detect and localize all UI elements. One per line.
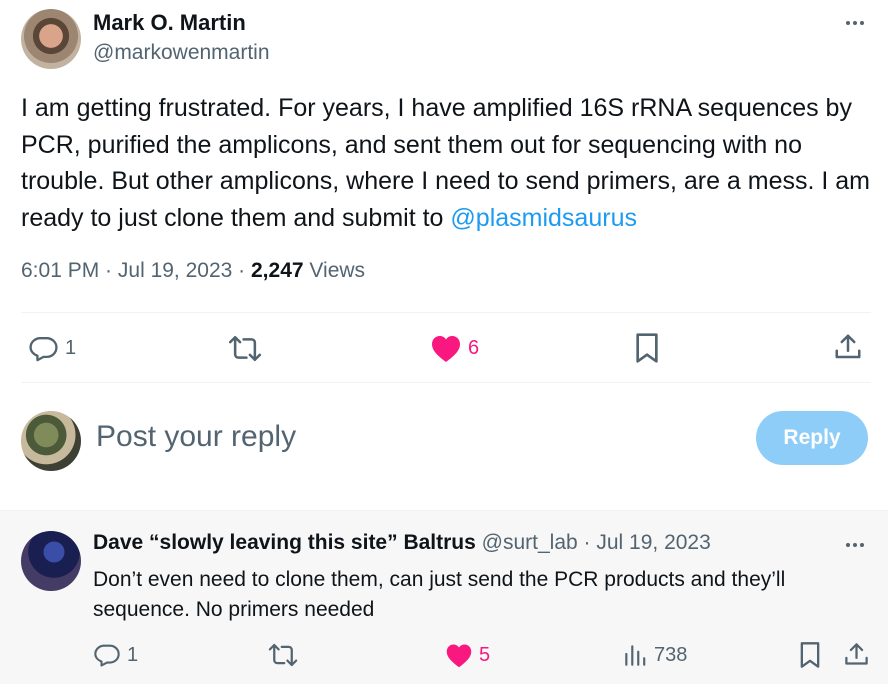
retweet-icon [268, 643, 298, 667]
reply-icon [94, 644, 120, 667]
reply-tweet[interactable]: Dave “slowly leaving this site” Baltrus … [0, 510, 888, 684]
reply-author-avatar[interactable] [21, 531, 81, 591]
reply-author-handle[interactable]: @surt_lab [482, 531, 578, 554]
views-count: 2,247 [251, 259, 304, 282]
reply-more-options-icon[interactable] [846, 543, 864, 547]
tweet-date[interactable]: Jul 19, 2023 [118, 259, 232, 282]
heart-icon [432, 336, 460, 362]
tweet-meta: 6:01 PM · Jul 19, 2023 · 2,247 Views [21, 259, 366, 282]
reply-views-count: 738 [654, 643, 688, 666]
retweet-action[interactable] [228, 333, 262, 364]
heart-icon [446, 644, 472, 668]
reply-like-action[interactable]: 5 [445, 642, 490, 668]
more-options-icon[interactable] [846, 21, 864, 25]
like-count: 6 [468, 336, 480, 359]
analytics-icon [625, 645, 646, 666]
bookmark-icon [800, 642, 820, 668]
tweet-text-main: I am getting frustrated. For years, I ha… [21, 94, 871, 232]
reply-action[interactable]: 1 [28, 333, 76, 364]
reply-retweet-action[interactable] [268, 641, 298, 669]
share-action[interactable] [833, 332, 863, 362]
reply-text: Don’t even need to clone them, can just … [93, 568, 786, 621]
author-avatar[interactable] [21, 9, 81, 69]
mention-link[interactable]: @plasmidsaurus [450, 204, 637, 232]
bookmark-icon [636, 333, 658, 363]
share-icon [835, 334, 861, 359]
reply-reply-count: 1 [127, 643, 139, 666]
tweet-time[interactable]: 6:01 PM [21, 259, 99, 282]
author-name[interactable]: Mark O. Martin [93, 10, 246, 36]
reply-bookmark-action[interactable] [799, 641, 821, 669]
divider [21, 312, 871, 313]
bookmark-action[interactable] [634, 332, 660, 364]
reply-header: Dave “slowly leaving this site” Baltrus … [93, 531, 711, 554]
reply-count: 1 [65, 337, 77, 359]
reply-like-count: 5 [479, 643, 491, 666]
like-action[interactable]: 6 [430, 333, 479, 363]
reply-button[interactable]: Reply [756, 411, 868, 465]
current-user-avatar[interactable] [21, 411, 81, 471]
divider [21, 382, 871, 383]
reply-views-action[interactable]: 738 [622, 642, 687, 668]
reply-icon [29, 337, 58, 362]
tweet-text: I am getting frustrated. For years, I ha… [21, 90, 871, 236]
views-label: Views [309, 259, 366, 282]
reply-reply-action[interactable]: 1 [93, 641, 138, 669]
reply-date[interactable]: Jul 19, 2023 [596, 531, 710, 554]
reply-share-action[interactable] [843, 641, 870, 668]
retweet-icon [228, 335, 262, 362]
reply-author-name[interactable]: Dave “slowly leaving this site” Baltrus [93, 531, 476, 554]
share-icon [845, 643, 868, 665]
author-handle[interactable]: @markowenmartin [93, 41, 270, 65]
reply-input[interactable]: Post your reply [96, 420, 696, 460]
